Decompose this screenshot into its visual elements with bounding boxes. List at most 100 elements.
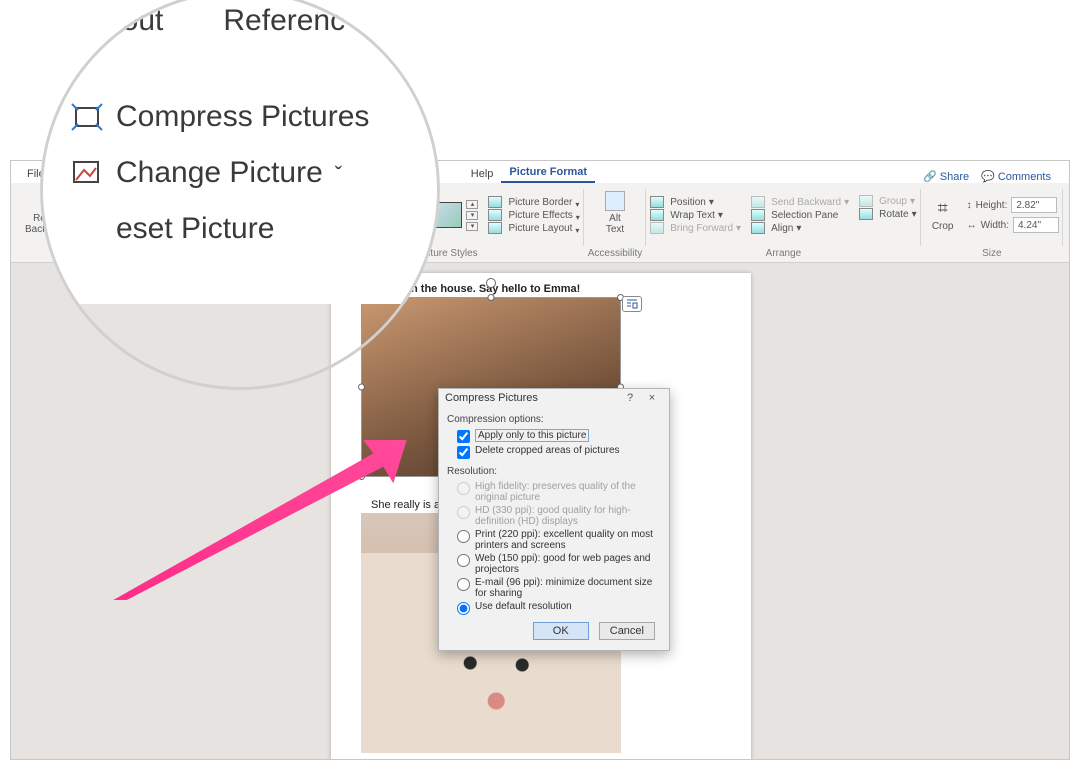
group-arrange: Position ▾ Wrap Text ▾ Bring Forward ▾ S… xyxy=(646,185,920,260)
apply-only-checkbox[interactable] xyxy=(457,430,470,443)
mag-reset-label: eset Picture xyxy=(116,208,274,250)
group-icon xyxy=(859,195,873,207)
res-email[interactable]: E-mail (96 ppi): minimize document size … xyxy=(447,576,661,600)
res-default[interactable]: Use default resolution xyxy=(447,600,661,616)
picture-border-label: Picture Border xyxy=(508,197,572,208)
height-icon: ↕ xyxy=(967,200,972,211)
mag-change-picture[interactable]: Change Picture ˇ xyxy=(70,152,440,194)
backward-icon xyxy=(751,196,765,208)
cancel-button[interactable]: Cancel xyxy=(599,622,655,640)
crop-icon: ⌗ xyxy=(938,198,948,219)
res-default-radio[interactable] xyxy=(457,602,470,615)
share-icon: 🔗 xyxy=(923,170,937,183)
crop-label: Crop xyxy=(932,221,954,232)
height-label: Height: xyxy=(976,200,1008,211)
res-hf-radio xyxy=(457,482,470,495)
align-icon xyxy=(751,222,765,234)
picture-effects-label: Picture Effects xyxy=(508,210,572,221)
dialog-close-button[interactable]: × xyxy=(641,392,663,404)
wrap-icon xyxy=(650,209,664,221)
res-email-radio[interactable] xyxy=(457,578,470,591)
picture-effects-button[interactable]: Picture Effects ▾ xyxy=(488,209,579,221)
layout-options-badge[interactable] xyxy=(622,296,642,312)
dialog-body: Compression options: Apply only to this … xyxy=(439,407,669,650)
alt-text-button[interactable]: Alt Text xyxy=(588,187,642,239)
rotate-handle[interactable] xyxy=(486,278,496,288)
rotate-button[interactable]: Rotate ▾ xyxy=(859,208,917,220)
resolution-heading: Resolution: xyxy=(447,466,661,477)
pager-up[interactable]: ▴ xyxy=(466,200,478,209)
width-icon: ↔ xyxy=(967,220,977,231)
width-field[interactable]: ↔ Width: 4.24" xyxy=(967,217,1059,233)
position-button[interactable]: Position ▾ xyxy=(650,196,741,208)
group-size: ⌗ Crop ↕ Height: 2.82" ↔ Width: 4.24" xyxy=(921,185,1063,260)
res-high-fidelity: High fidelity: preserves quality of the … xyxy=(447,480,661,504)
chevron-down-icon: ˇ xyxy=(335,160,342,191)
delete-cropped-label: Delete cropped areas of pictures xyxy=(475,445,620,456)
comments-label: Comments xyxy=(998,171,1051,183)
res-web[interactable]: Web (150 ppi): good for web pages and pr… xyxy=(447,552,661,576)
res-web-radio[interactable] xyxy=(457,554,470,567)
mag-change-label: Change Picture xyxy=(116,152,323,194)
apply-only-checkbox-row[interactable]: Apply only to this picture xyxy=(447,428,661,444)
dialog-title: Compress Pictures xyxy=(445,392,538,404)
res-hd-radio xyxy=(457,506,470,519)
width-label: Width: xyxy=(981,220,1009,231)
bring-forward-button[interactable]: Bring Forward ▾ xyxy=(650,222,741,234)
mag-tab-references: Referenc xyxy=(223,0,345,42)
compress-pictures-dialog: Compress Pictures ? × Compression option… xyxy=(438,388,670,651)
resize-handle[interactable] xyxy=(358,473,365,480)
send-backward-button[interactable]: Send Backward ▾ xyxy=(751,196,849,208)
selection-pane-button[interactable]: Selection Pane xyxy=(751,209,849,221)
apply-only-label: Apply only to this picture xyxy=(475,429,589,442)
picture-border-button[interactable]: Picture Border ▾ xyxy=(488,196,579,208)
res-print[interactable]: Print (220 ppi): excellent quality on mo… xyxy=(447,528,661,552)
rotate-icon xyxy=(859,208,873,220)
picture-layout-label: Picture Layout xyxy=(508,223,572,234)
group-button[interactable]: Group ▾ xyxy=(859,195,917,207)
dialog-help-button[interactable]: ? xyxy=(619,392,641,404)
height-input[interactable]: 2.82" xyxy=(1011,197,1057,213)
res-print-radio[interactable] xyxy=(457,530,470,543)
delete-cropped-checkbox-row[interactable]: Delete cropped areas of pictures xyxy=(447,444,661,460)
group-label-accessibility: Accessibility xyxy=(588,247,642,260)
tab-help[interactable]: Help xyxy=(463,165,502,183)
height-field[interactable]: ↕ Height: 2.82" xyxy=(967,197,1059,213)
mag-reset-picture[interactable]: eset Picture xyxy=(70,208,440,250)
effects-icon xyxy=(488,209,502,221)
tab-picture-format[interactable]: Picture Format xyxy=(501,163,595,183)
dialog-titlebar[interactable]: Compress Pictures ? × xyxy=(439,389,669,407)
align-button[interactable]: Align ▾ xyxy=(751,222,849,234)
resize-handle[interactable] xyxy=(358,384,365,391)
width-input[interactable]: 4.24" xyxy=(1013,217,1059,233)
layout-icon xyxy=(488,222,502,234)
group-label-arrange: Arrange xyxy=(650,247,916,260)
mag-compress-pictures[interactable]: Compress Pictures xyxy=(70,96,440,138)
comments-icon: 💬 xyxy=(981,170,995,183)
mag-compress-label: Compress Pictures xyxy=(116,96,369,138)
pager-down[interactable]: ▾ xyxy=(466,211,478,220)
magnifier-callout: ayout Referenc Compress Pictures Change … xyxy=(40,0,440,390)
delete-cropped-checkbox[interactable] xyxy=(457,446,470,459)
resize-handle[interactable] xyxy=(488,294,495,301)
border-icon xyxy=(488,196,502,208)
alt-text-label: Alt Text xyxy=(606,213,624,235)
group-label-size: Size xyxy=(925,247,1059,260)
selection-icon xyxy=(751,209,765,221)
wrap-text-button[interactable]: Wrap Text ▾ xyxy=(650,209,741,221)
res-hd: HD (330 ppi): good quality for high-defi… xyxy=(447,504,661,528)
mag-tab-layout: ayout xyxy=(90,0,163,42)
compression-options-heading: Compression options: xyxy=(447,414,661,425)
picture-layout-button[interactable]: Picture Layout ▾ xyxy=(488,222,579,234)
group-accessibility: Alt Text Accessibility xyxy=(584,185,646,260)
comments-button[interactable]: 💬 Comments xyxy=(981,170,1051,183)
ok-button[interactable]: OK xyxy=(533,622,589,640)
alt-text-icon xyxy=(605,191,625,211)
forward-icon xyxy=(650,222,664,234)
crop-button[interactable]: ⌗ Crop xyxy=(925,194,961,236)
position-icon xyxy=(650,196,664,208)
pager-more[interactable]: ▾ xyxy=(466,222,478,231)
gallery-pager[interactable]: ▴ ▾ ▾ xyxy=(466,200,478,231)
magnifier-content: ayout Referenc Compress Pictures Change … xyxy=(40,0,440,304)
share-button[interactable]: 🔗 Share xyxy=(923,170,969,183)
